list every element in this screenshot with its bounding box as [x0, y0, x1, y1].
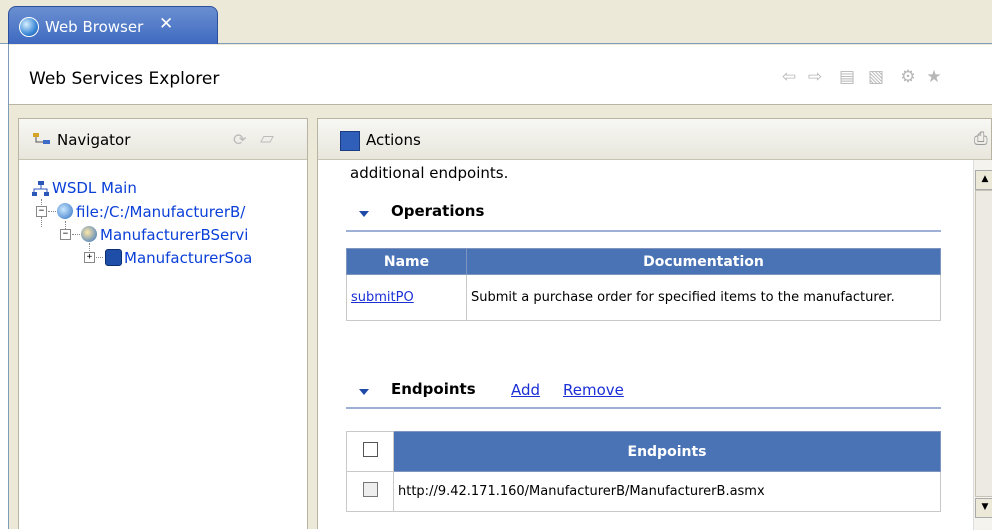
navigator-title: Navigator	[57, 131, 131, 149]
operation-documentation: Submit a purchase order for specified it…	[466, 274, 941, 321]
actions-pane: Actions ⎙ additional endpoints. Operatio…	[317, 118, 992, 530]
favorites-icon[interactable]: ★	[925, 67, 943, 87]
actions-header: Actions ⎙	[318, 119, 991, 160]
endpoints-table: Endpoints http://9.42.171.160/Manufactur…	[346, 431, 941, 512]
navigator-header: Navigator ⟳ ▱	[19, 119, 307, 160]
column-header-documentation: Documentation	[466, 248, 941, 275]
table-row: http://9.42.171.160/ManufacturerB/Manufa…	[346, 471, 941, 512]
endpoints-heading: Endpoints	[391, 380, 476, 398]
scroll-up-icon[interactable]: ▲	[975, 170, 992, 190]
back-icon[interactable]: ⇦	[780, 67, 798, 87]
navigator-pane: Navigator ⟳ ▱ WSDL Main − file:/C:/Manuf…	[18, 118, 308, 529]
forward-icon[interactable]: ⇨	[806, 67, 824, 87]
operations-table: Name Documentation submitPO Submit a pur…	[346, 248, 941, 321]
expand-icon[interactable]: +	[84, 252, 95, 263]
wsdl-page-icon[interactable]: ▧	[867, 67, 885, 87]
add-endpoint-link[interactable]: Add	[511, 381, 540, 399]
tree-item-service[interactable]: ManufacturerBServi	[100, 226, 308, 244]
operations-heading: Operations	[391, 202, 485, 220]
collapse-icon[interactable]: −	[60, 229, 71, 240]
globe-icon	[19, 17, 39, 37]
column-header-name: Name	[346, 248, 467, 275]
actions-content: additional endpoints. Operations Name Do…	[318, 160, 973, 530]
select-all-checkbox[interactable]	[362, 442, 378, 457]
collapse-operations-icon[interactable]	[359, 211, 369, 217]
document-icon[interactable]: ▤	[838, 67, 856, 87]
scroll-down-icon[interactable]: ▼	[975, 498, 992, 518]
endpoint-url: http://9.42.171.160/ManufacturerB/Manufa…	[393, 471, 941, 512]
column-header-endpoints: Endpoints	[393, 431, 941, 472]
remove-endpoint-link[interactable]: Remove	[563, 381, 624, 399]
refresh-icon[interactable]: ⟳	[233, 130, 246, 149]
scrollbar-thumb[interactable]	[975, 190, 992, 497]
tree-item-port[interactable]: ManufacturerSoa	[124, 249, 308, 267]
tree-item-wsdl-main[interactable]: WSDL Main	[52, 179, 137, 197]
actions-icon	[340, 131, 360, 151]
print-icon[interactable]: ⎙	[974, 129, 988, 149]
service-icon	[81, 226, 97, 242]
actions-title: Actions	[366, 131, 421, 149]
collapse-icon[interactable]: −	[36, 206, 47, 217]
wsdl-main-icon	[32, 181, 49, 196]
tab-web-browser[interactable]: Web Browser ✕	[8, 6, 218, 45]
tree-item-file[interactable]: file:/C:/ManufacturerB/	[76, 203, 308, 221]
tab-title: Web Browser	[45, 18, 144, 36]
collapse-endpoints-icon[interactable]	[359, 389, 369, 395]
close-icon[interactable]: ✕	[159, 16, 173, 33]
table-row: submitPO Submit a purchase order for spe…	[346, 274, 941, 321]
wsdl-file-icon	[57, 203, 73, 219]
navigator-icon	[33, 133, 50, 144]
intro-text: additional endpoints.	[350, 164, 509, 182]
endpoint-checkbox[interactable]	[362, 482, 378, 497]
operations-divider	[346, 230, 941, 232]
endpoints-divider	[346, 407, 941, 409]
clear-icon[interactable]: ▱	[260, 128, 274, 149]
uddi-page-icon[interactable]: ⚙	[899, 67, 917, 87]
vertical-scrollbar[interactable]: ▲ ▼	[973, 160, 992, 530]
explorer-titlebar: Web Services Explorer ⇦ ⇨ ▤ ▧ ⚙ ★	[9, 45, 992, 105]
page-title: Web Services Explorer	[29, 69, 220, 89]
operation-link-submitpo[interactable]: submitPO	[351, 290, 414, 305]
port-icon	[105, 249, 122, 266]
